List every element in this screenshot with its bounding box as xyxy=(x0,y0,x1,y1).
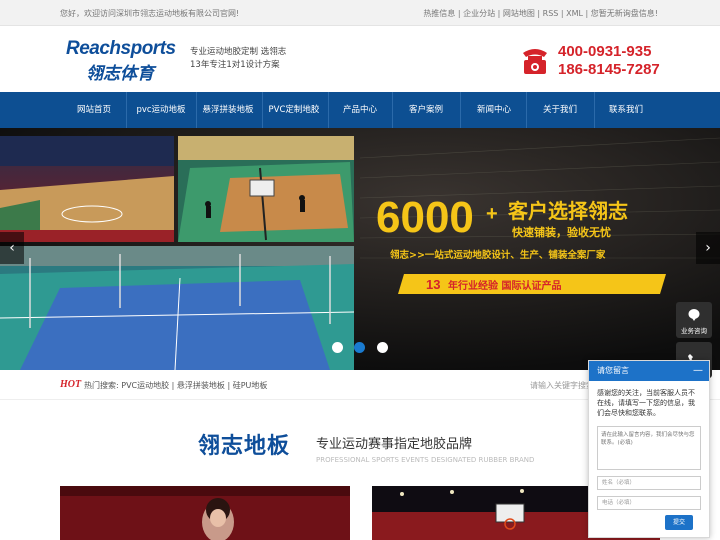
consult-button[interactable]: 业务咨询 xyxy=(676,302,712,338)
section-title-sub: 专业运动赛事指定地胶品牌 xyxy=(316,437,473,452)
chat-title: 请您留言 xyxy=(597,366,629,375)
minimize-icon[interactable]: — xyxy=(693,361,703,381)
hot-term-pvc[interactable]: PVC运动地胶 xyxy=(121,381,169,390)
hot-terms: 热门搜索: PVC运动地胶 | 悬浮拼装地板 | 硅PU地板 xyxy=(84,381,268,390)
hot-label: HOT xyxy=(60,379,82,390)
nav-divider xyxy=(460,92,461,128)
name-field[interactable]: 姓名（必填） xyxy=(597,476,701,490)
welcome-text: 您好，欢迎访问深圳市翎志运动地板有限公司官网! xyxy=(60,9,240,18)
header-slogan: 专业运动地胶定制 选翎志 13年专注1对1设计方案 xyxy=(190,46,286,72)
message-textarea[interactable] xyxy=(597,426,701,470)
nav-item-news[interactable]: 新闻中心 xyxy=(466,92,522,128)
nav-item-products[interactable]: 产品中心 xyxy=(332,92,388,128)
submit-button[interactable]: 提交 xyxy=(665,515,693,530)
nav-divider xyxy=(328,92,329,128)
nav-item-about[interactable]: 关于我们 xyxy=(532,92,588,128)
nav-item-suspended-floor[interactable]: 悬浮拼装地板 xyxy=(198,92,258,128)
consult-label: 业务咨询 xyxy=(681,327,707,335)
top-link-hot-info[interactable]: 热推信息 xyxy=(423,9,455,18)
leave-message-widget: 请您留言 — 感谢您的关注，当前客服人员不在线，请填写一下您的信息，我们会尽快和… xyxy=(588,360,710,538)
nav-divider xyxy=(526,92,527,128)
hero-plus: + xyxy=(486,203,498,225)
top-link-xml[interactable]: XML xyxy=(566,9,583,18)
name-field-placeholder: 姓名（必填） xyxy=(602,480,636,486)
phone-field-placeholder: 电话（必填） xyxy=(602,500,636,506)
hero-prev-arrow[interactable]: ‹ xyxy=(0,232,24,264)
main-nav: 网站首页 pvc运动地板 悬浮拼装地板 PVC定制地胶 产品中心 客户案例 新闻… xyxy=(0,92,720,128)
nav-item-home[interactable]: 网站首页 xyxy=(66,92,122,128)
hero-subhead: 快速铺装，验收无忧 xyxy=(511,225,611,239)
hero-ribbon-number: 13 xyxy=(426,277,440,292)
phone-icon xyxy=(523,49,547,74)
hero-banner[interactable]: 6000 + 客户选择翎志 快速铺装，验收无忧 翎志>>一站式运动地胶设计、生产… xyxy=(0,128,720,370)
feature-image-1[interactable] xyxy=(60,486,350,540)
hero-image: 6000 + 客户选择翎志 快速铺装，验收无忧 翎志>>一站式运动地胶设计、生产… xyxy=(0,128,720,370)
site-header: Reachsports 翎志体育 专业运动地胶定制 选翎志 13年专注1对1设计… xyxy=(0,26,720,92)
hot-term-silicon-pu[interactable]: 硅PU地板 xyxy=(233,381,268,390)
slogan-line-1: 专业运动地胶定制 选翎志 xyxy=(190,47,287,57)
top-link-branches[interactable]: 企业分站 xyxy=(463,9,495,18)
chat-header[interactable]: 请您留言 — xyxy=(589,361,709,381)
section-title-main: 翎志地板 xyxy=(198,434,291,459)
nav-divider xyxy=(126,92,127,128)
hero-headline: 客户选择翎志 xyxy=(507,199,628,223)
nav-item-pvc-floor[interactable]: pvc运动地板 xyxy=(130,92,192,128)
phone-field[interactable]: 电话（必填） xyxy=(597,496,701,510)
chat-bubble-icon xyxy=(688,309,700,321)
phone-number-1: 400-0931-935 xyxy=(558,43,652,60)
chat-message: 感谢您的关注，当前客服人员不在线，请填写一下您的信息，我们会尽快和您联系。 xyxy=(597,389,695,417)
section-title-english: PROFESSIONAL SPORTS EVENTS DESIGNATED RU… xyxy=(316,456,535,464)
nav-divider xyxy=(196,92,197,128)
nav-divider xyxy=(594,92,595,128)
hero-big-number: 6000 xyxy=(376,193,474,242)
feature-image-1-art xyxy=(60,486,350,540)
hero-next-arrow[interactable]: › xyxy=(696,232,720,264)
search-input[interactable]: 请输入关键字搜索 xyxy=(530,380,594,391)
top-bar: 您好，欢迎访问深圳市翎志运动地板有限公司官网! 热推信息 | 企业分站 | 网站… xyxy=(0,0,720,26)
hot-term-suspended[interactable]: 悬浮拼装地板 xyxy=(177,381,225,390)
hot-prefix: 热门搜索: xyxy=(84,381,119,390)
nav-divider xyxy=(262,92,263,128)
slide-dot-2[interactable] xyxy=(354,342,365,353)
top-link-sitemap[interactable]: 网站地图 xyxy=(503,9,535,18)
phone-number-2: 186-8145-7287 xyxy=(558,61,660,78)
slide-dot-1[interactable] xyxy=(332,342,343,353)
logo-chinese[interactable]: 翎志体育 xyxy=(86,59,154,84)
nav-item-cases[interactable]: 客户案例 xyxy=(398,92,454,128)
hero-line: 翎志>>一站式运动地胶设计、生产、铺装全案厂家 xyxy=(390,249,606,261)
top-links: 热推信息 | 企业分站 | 网站地图 | RSS | XML | 您暂无新询盘信… xyxy=(423,9,658,18)
logo-english[interactable]: Reachsports xyxy=(66,38,176,60)
slide-dot-3[interactable] xyxy=(377,342,388,353)
slogan-line-2: 13年专注1对1设计方案 xyxy=(190,60,280,70)
nav-divider xyxy=(392,92,393,128)
top-link-inquiries[interactable]: 您暂无新询盘信息! xyxy=(591,9,658,18)
nav-item-contact[interactable]: 联系我们 xyxy=(598,92,654,128)
nav-item-pvc-custom[interactable]: PVC定制地胶 xyxy=(264,92,324,128)
top-link-rss[interactable]: RSS xyxy=(543,9,559,18)
hero-ribbon-text: 年行业经验 国际认证产品 xyxy=(448,279,561,292)
